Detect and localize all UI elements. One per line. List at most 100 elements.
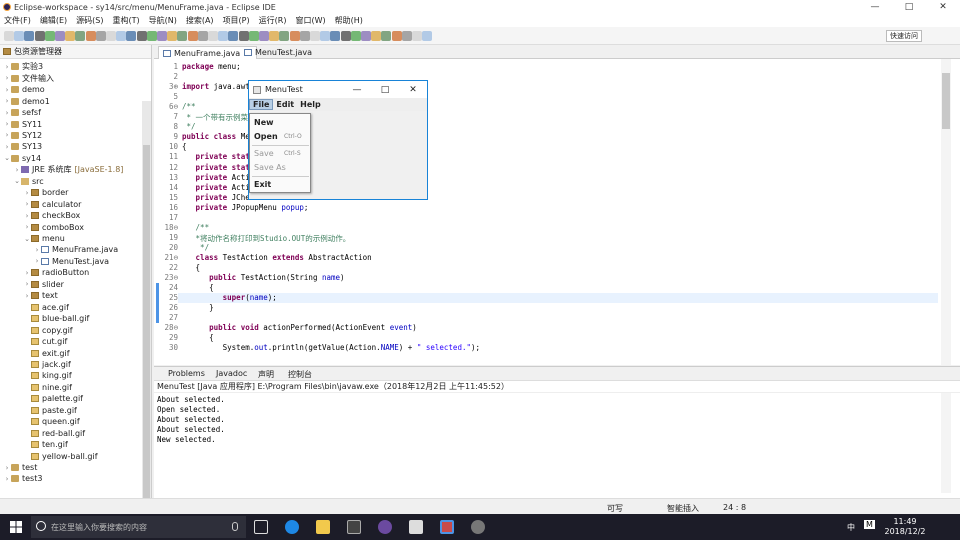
taskbar-clock[interactable]: 11:49 2018/12/2: [880, 517, 930, 537]
tree-item[interactable]: ⌄ menu: [23, 233, 65, 245]
tree-item[interactable]: ⌄ sy14: [3, 153, 41, 165]
console-scrollbar[interactable]: [941, 393, 951, 493]
toolbar-button-icon[interactable]: [146, 31, 157, 41]
eclipse-taskbar-icon[interactable]: [378, 520, 392, 534]
tool-taskbar-icon[interactable]: [471, 520, 485, 534]
tree-item[interactable]: exit.gif: [23, 347, 70, 359]
file-menu-item-new[interactable]: New: [254, 118, 274, 127]
tree-item[interactable]: cut.gif: [23, 336, 67, 348]
file-menu-item-save-as[interactable]: Save As: [254, 163, 286, 172]
tree-toggle-icon[interactable]: ⌄: [3, 154, 11, 162]
toolbar-button-icon[interactable]: [381, 31, 392, 41]
tree-toggle-icon[interactable]: ›: [33, 257, 41, 265]
quick-access-button[interactable]: 快速访问: [886, 30, 922, 42]
tree-item[interactable]: › SY11: [3, 118, 43, 130]
toolbar-button-icon[interactable]: [310, 31, 320, 41]
toolbar-button-icon[interactable]: [299, 31, 310, 41]
task-view-icon[interactable]: [254, 520, 268, 534]
tree-toggle-icon[interactable]: ›: [3, 475, 11, 483]
toolbar-button-icon[interactable]: [24, 31, 35, 41]
tree-toggle-icon[interactable]: ›: [23, 212, 31, 220]
toolbar-button-icon[interactable]: [340, 31, 351, 41]
tree-item[interactable]: ten.gif: [23, 439, 68, 451]
toolbar-button-icon[interactable]: [248, 31, 259, 41]
toolbar-button-icon[interactable]: [289, 31, 300, 41]
toolbar-button-icon[interactable]: [228, 31, 239, 41]
tree-item[interactable]: › test3: [3, 473, 43, 485]
toolbar-button-icon[interactable]: [167, 31, 178, 41]
tree-item[interactable]: king.gif: [23, 370, 72, 382]
tree-toggle-icon[interactable]: ›: [3, 97, 11, 105]
tree-toggle-icon[interactable]: ⌄: [13, 177, 21, 185]
menu-item[interactable]: 项目(P): [219, 15, 255, 26]
menutest-close-button[interactable]: ✕: [399, 81, 427, 98]
editor-scroll-thumb[interactable]: [942, 73, 950, 129]
tree-item[interactable]: queen.gif: [23, 416, 80, 428]
tab-javadoc[interactable]: Javadoc: [216, 369, 247, 378]
toolbar-button-icon[interactable]: [44, 31, 55, 41]
notification-badge[interactable]: M: [864, 520, 875, 529]
file-menu-item-exit[interactable]: Exit: [254, 180, 271, 189]
toolbar-button-icon[interactable]: [106, 31, 116, 41]
menu-edit[interactable]: Edit: [273, 100, 297, 109]
menu-item[interactable]: 窗口(W): [291, 15, 330, 26]
menu-item[interactable]: 导航(N): [145, 15, 182, 26]
tree-item[interactable]: › demo1: [3, 95, 50, 107]
tree-item[interactable]: ⌄ src: [13, 176, 44, 188]
menutest-maximize-button[interactable]: □: [371, 81, 399, 98]
toolbar-button-icon[interactable]: [218, 31, 229, 41]
tree-item[interactable]: nine.gif: [23, 382, 72, 394]
toolbar-button-icon[interactable]: [126, 31, 137, 41]
microphone-icon[interactable]: [232, 522, 238, 531]
tree-toggle-icon[interactable]: ›: [3, 131, 11, 139]
tree-item[interactable]: yellow-ball.gif: [23, 450, 98, 462]
menu-item[interactable]: 源码(S): [72, 15, 108, 26]
menu-item[interactable]: 编辑(E): [36, 15, 72, 26]
toolbar-button-icon[interactable]: [330, 31, 341, 41]
tree-item[interactable]: palette.gif: [23, 393, 83, 405]
tab-menutest[interactable]: MenuTest.java: [240, 46, 316, 59]
tree-item[interactable]: › text: [23, 290, 58, 302]
tree-item[interactable]: › radioButton: [23, 267, 90, 279]
toolbar-button-icon[interactable]: [177, 31, 188, 41]
tree-item[interactable]: › test: [3, 462, 38, 474]
tree-toggle-icon[interactable]: ›: [13, 166, 21, 174]
toolbar-button-icon[interactable]: [361, 31, 371, 41]
menu-item[interactable]: 重构(T): [108, 15, 144, 26]
tree-toggle-icon[interactable]: ›: [3, 143, 11, 151]
toolbar-button-icon[interactable]: [401, 31, 412, 41]
toolbar-button-icon[interactable]: [55, 31, 65, 41]
toolbar-button-icon[interactable]: [187, 31, 198, 41]
tree-item[interactable]: paste.gif: [23, 405, 77, 417]
tree-item[interactable]: red-ball.gif: [23, 427, 85, 439]
menu-item[interactable]: 运行(R): [255, 15, 292, 26]
file-menu-item-save[interactable]: Save: [254, 149, 274, 158]
tree-toggle-icon[interactable]: ›: [3, 109, 11, 117]
tree-item[interactable]: › slider: [23, 279, 64, 291]
toolbar-button-icon[interactable]: [259, 31, 269, 41]
edge-icon[interactable]: [285, 520, 299, 534]
maximize-button[interactable]: □: [892, 0, 926, 14]
tree-toggle-icon[interactable]: ›: [23, 292, 31, 300]
tab-declaration[interactable]: 声明: [258, 369, 274, 380]
menu-item[interactable]: 搜索(A): [182, 15, 219, 26]
toolbar-button-icon[interactable]: [279, 31, 290, 41]
toolbar-button-icon[interactable]: [4, 31, 14, 41]
toolbar-button-icon[interactable]: [412, 31, 422, 41]
tree-item[interactable]: › 实验3: [3, 61, 44, 73]
menu-item[interactable]: 文件(F): [0, 15, 36, 26]
toolbar-button-icon[interactable]: [197, 31, 208, 41]
taskbar-search[interactable]: 在这里输入你要搜索的内容: [31, 516, 246, 538]
tree-item[interactable]: › 文件输入: [3, 72, 54, 84]
toolbar-button-icon[interactable]: [75, 31, 86, 41]
java-taskbar-icon[interactable]: [440, 520, 454, 534]
tree-item[interactable]: ace.gif: [23, 301, 69, 313]
tree-toggle-icon[interactable]: ›: [23, 189, 31, 197]
tree-toggle-icon[interactable]: ›: [3, 63, 11, 71]
tree-toggle-icon[interactable]: ›: [3, 120, 11, 128]
toolbar-button-icon[interactable]: [65, 31, 76, 41]
tree-toggle-icon[interactable]: ›: [23, 269, 31, 277]
tree-item[interactable]: › SY13: [3, 141, 43, 153]
tree-item[interactable]: copy.gif: [23, 324, 73, 336]
close-button[interactable]: ✕: [926, 0, 960, 14]
